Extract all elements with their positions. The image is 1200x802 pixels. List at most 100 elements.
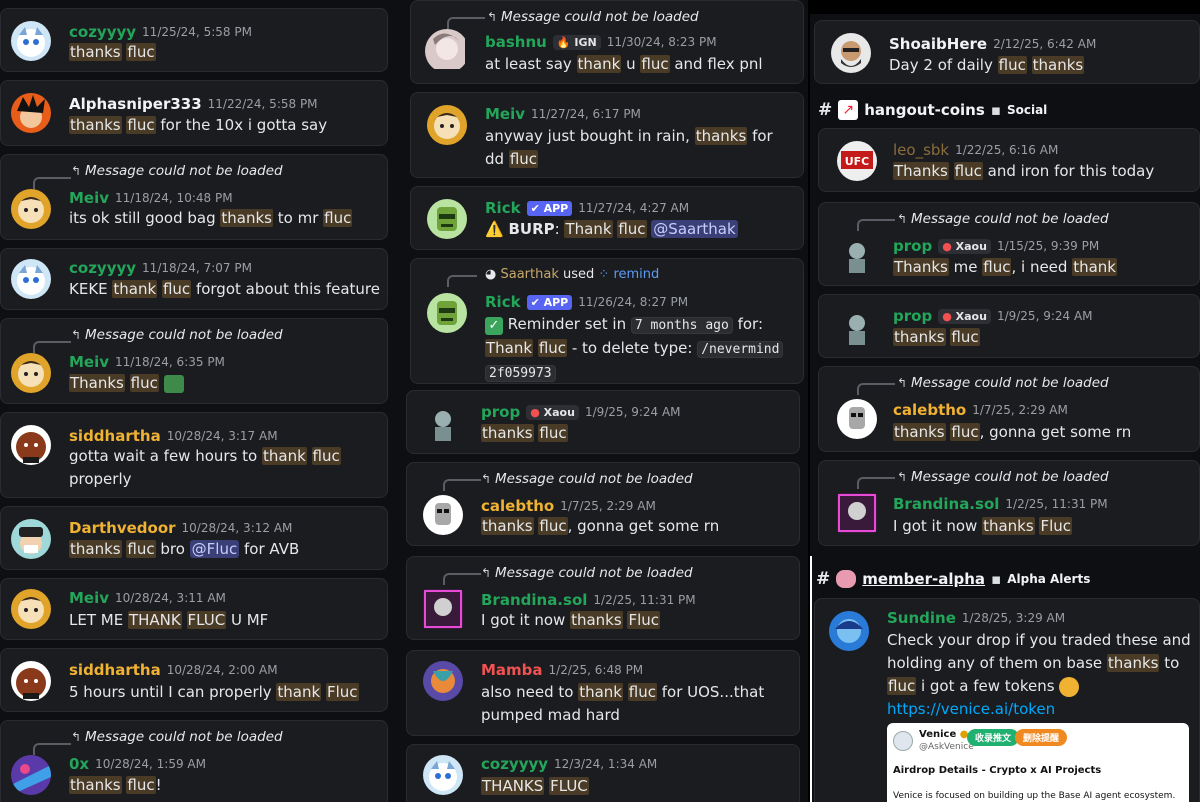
message-card[interactable]: ↰ Message could not be loaded prop ● Xaou 1… bbox=[818, 202, 1200, 286]
timestamp: 1/7/25, 2:29 AM bbox=[972, 403, 1068, 417]
avatar[interactable] bbox=[831, 33, 871, 73]
username[interactable]: cozyyyy bbox=[481, 755, 548, 773]
tweet-embed[interactable]: Venice ● @AskVenice 收录推文 删除提醒 Airdrop De… bbox=[887, 723, 1189, 802]
message-card[interactable]: Rick ✔ APP 11/27/24, 4:27 AM ⚠️ BURP: Than… bbox=[410, 186, 804, 250]
avatar[interactable] bbox=[11, 21, 51, 61]
username[interactable]: 0x bbox=[69, 755, 89, 773]
username[interactable]: Rick bbox=[485, 293, 521, 311]
reply-preview[interactable]: ↰ Message could not be loaded bbox=[487, 9, 699, 25]
username[interactable]: prop bbox=[481, 403, 520, 421]
avatar[interactable] bbox=[11, 519, 51, 559]
reply-preview[interactable]: ↰ Message could not be loaded bbox=[71, 327, 283, 343]
user-mention[interactable]: @Saarthak bbox=[651, 220, 738, 238]
avatar[interactable] bbox=[423, 403, 463, 443]
username[interactable]: Brandina.sol bbox=[893, 495, 999, 513]
username[interactable]: Brandina.sol bbox=[481, 591, 587, 609]
avatar[interactable] bbox=[11, 661, 51, 701]
avatar[interactable] bbox=[11, 353, 51, 393]
avatar[interactable] bbox=[11, 189, 51, 229]
message-card[interactable]: Darthvedoor 10/28/24, 3:12 AM thanks fluc… bbox=[0, 506, 388, 570]
username[interactable]: Darthvedoor bbox=[69, 519, 176, 537]
message-card[interactable]: ↰ Message could not be loaded calebtho 1/7… bbox=[818, 366, 1200, 452]
avatar[interactable] bbox=[11, 589, 51, 629]
reply-preview[interactable]: ↰ Message could not be loaded bbox=[71, 729, 283, 745]
avatar[interactable] bbox=[425, 29, 469, 73]
message-card[interactable]: ↰ Message could not be loaded 0x 10/28/24,… bbox=[0, 720, 388, 802]
username[interactable]: Sundine bbox=[887, 609, 956, 627]
username[interactable]: bashnu bbox=[485, 33, 547, 51]
reply-preview[interactable]: ↰ Message could not be loaded bbox=[897, 211, 1109, 227]
message-card[interactable]: ↰ Message could not be loaded bashnu 🔥 IGN… bbox=[410, 0, 804, 84]
message-card[interactable]: Sundine 1/28/25, 3:29 AM Check your drop … bbox=[814, 598, 1200, 802]
timestamp: 1/9/25, 9:24 AM bbox=[996, 309, 1093, 323]
message-card[interactable]: Alphasniper333 11/22/24, 5:58 PM thanks f… bbox=[0, 80, 388, 146]
avatar[interactable] bbox=[427, 105, 467, 145]
avatar[interactable] bbox=[829, 611, 869, 651]
username[interactable]: cozyyyy bbox=[69, 23, 136, 41]
avatar[interactable] bbox=[11, 425, 51, 465]
username[interactable]: Alphasniper333 bbox=[69, 95, 202, 113]
username[interactable]: Meiv bbox=[69, 589, 109, 607]
username[interactable]: Meiv bbox=[69, 353, 109, 371]
message-card[interactable]: UFC leo_sbk 1/22/25, 6:16 AM Thanks fluc … bbox=[818, 128, 1200, 192]
avatar[interactable] bbox=[11, 259, 51, 299]
username[interactable]: prop bbox=[893, 237, 932, 255]
message-card[interactable]: ◕ Saarthak used ⁘ remind Rick ✔ APP 11/26/… bbox=[410, 258, 804, 384]
message-card[interactable]: siddhartha 10/28/24, 3:17 AM gotta wait a… bbox=[0, 412, 388, 498]
message-card[interactable]: ↰ Message could not be loaded Brandina.so… bbox=[818, 460, 1200, 546]
reply-preview[interactable]: ↰ Message could not be loaded bbox=[897, 469, 1109, 485]
message-card[interactable]: ↰ Message could not be loaded Meiv 11/18/2… bbox=[0, 154, 388, 240]
username[interactable]: cozyyyy bbox=[69, 259, 136, 277]
message-card[interactable]: Meiv 10/28/24, 3:11 AM LET ME THANK FLUC … bbox=[0, 578, 388, 640]
username[interactable]: Meiv bbox=[485, 105, 525, 123]
message-card[interactable]: prop ● Xaou 1/9/25, 9:24 AM thanks fluc bbox=[818, 294, 1200, 358]
embed-pill-orange[interactable]: 删除提醒 bbox=[1015, 729, 1068, 746]
token-link[interactable]: https://venice.ai/token bbox=[887, 698, 1055, 721]
message-text: at least say thank u fluc and flex pnl bbox=[485, 55, 763, 73]
reply-preview[interactable]: ↰ Message could not be loaded bbox=[897, 375, 1109, 391]
message-card[interactable]: ShoaibHere 2/12/25, 6:42 AM Day 2 of dail… bbox=[814, 20, 1200, 84]
avatar[interactable] bbox=[427, 293, 467, 333]
username[interactable]: siddhartha bbox=[69, 427, 161, 445]
message-card[interactable]: prop ● Xaou 1/9/25, 9:24 AM thanks fluc bbox=[406, 390, 800, 454]
username[interactable]: Rick bbox=[485, 199, 521, 217]
username[interactable]: Meiv bbox=[69, 189, 109, 207]
username[interactable]: siddhartha bbox=[69, 661, 161, 679]
avatar[interactable] bbox=[423, 589, 463, 629]
username[interactable]: Mamba bbox=[481, 661, 543, 679]
username[interactable]: leo_sbk bbox=[893, 141, 949, 159]
avatar[interactable]: UFC bbox=[837, 141, 877, 181]
username[interactable]: ShoaibHere bbox=[889, 35, 987, 53]
message-card[interactable]: siddhartha 10/28/24, 2:00 AM 5 hours unti… bbox=[0, 648, 388, 712]
message-card[interactable]: cozyyyy 11/18/24, 7:07 PM KEKE thank fluc… bbox=[0, 248, 388, 310]
reply-preview[interactable]: ↰ Message could not be loaded bbox=[71, 163, 283, 179]
check-icon: ✓ bbox=[485, 317, 503, 335]
embed-pill-green[interactable]: 收录推文 bbox=[967, 729, 1020, 746]
reply-preview[interactable]: ↰ Message could not be loaded bbox=[481, 565, 693, 581]
avatar[interactable] bbox=[837, 307, 877, 347]
reply-preview[interactable]: ↰ Message could not be loaded bbox=[481, 471, 693, 487]
message-card[interactable]: ↰ Message could not be loaded calebtho 1/7… bbox=[406, 462, 800, 546]
avatar[interactable] bbox=[427, 199, 467, 239]
message-card[interactable]: ↰ Message could not be loaded Brandina.so… bbox=[406, 556, 800, 640]
avatar[interactable] bbox=[11, 755, 51, 795]
avatar[interactable] bbox=[837, 235, 877, 275]
channel-header[interactable]: # member-alpha ▪ Alpha Alerts bbox=[816, 564, 1090, 594]
avatar[interactable] bbox=[837, 493, 877, 533]
username[interactable]: calebtho bbox=[481, 497, 554, 515]
message-card[interactable]: cozyyyy 12/3/24, 1:34 AM THANKS FLUC bbox=[406, 744, 800, 802]
message-card[interactable]: Meiv 11/27/24, 6:17 PM anyway just bought… bbox=[410, 92, 804, 178]
avatar[interactable] bbox=[837, 399, 877, 439]
message-card[interactable]: Mamba 1/2/25, 6:48 PM also need to thank … bbox=[406, 650, 800, 736]
avatar[interactable] bbox=[11, 93, 51, 133]
message-card[interactable]: cozyyyy 11/25/24, 5:58 PM thanks fluc bbox=[0, 8, 388, 72]
slash-command[interactable]: ⁘ remind bbox=[598, 267, 659, 282]
username[interactable]: calebtho bbox=[893, 401, 966, 419]
channel-header[interactable]: # ↗ hangout-coins ▪ Social bbox=[818, 95, 1047, 125]
avatar[interactable] bbox=[423, 661, 463, 701]
avatar[interactable] bbox=[423, 495, 463, 535]
avatar[interactable] bbox=[423, 755, 463, 795]
username[interactable]: prop bbox=[893, 307, 932, 325]
user-mention[interactable]: @Fluc bbox=[189, 540, 240, 558]
message-card[interactable]: ↰ Message could not be loaded Meiv 11/18/2… bbox=[0, 318, 388, 404]
